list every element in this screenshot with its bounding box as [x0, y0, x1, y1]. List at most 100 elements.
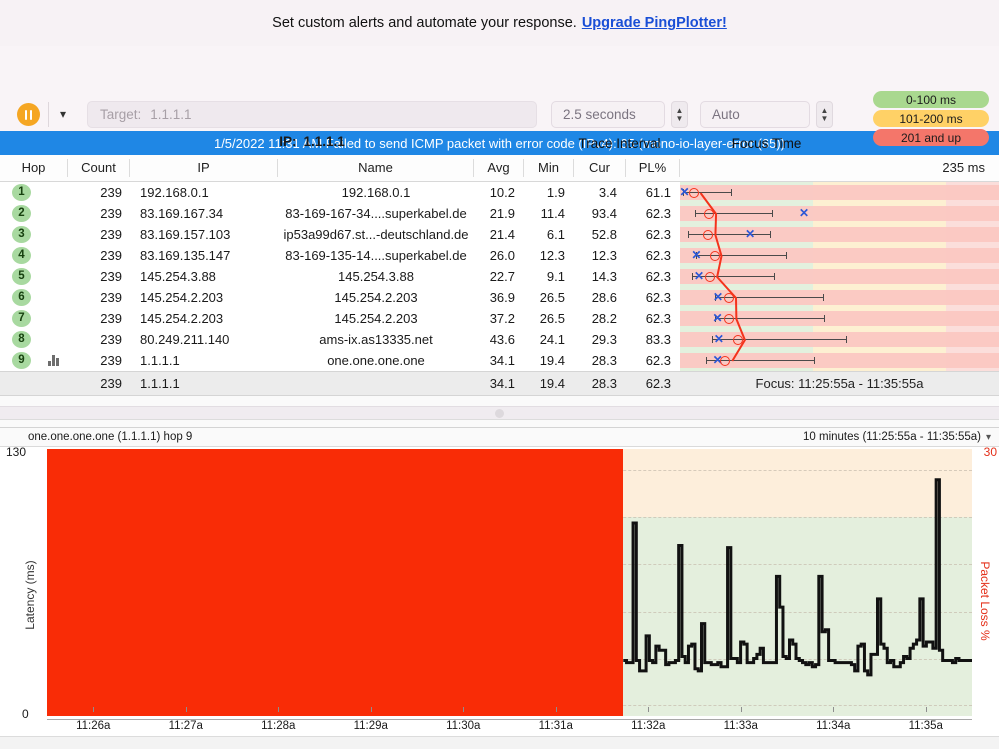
- target-label: Target:: [100, 107, 142, 122]
- hop-trace-graph[interactable]: ✕: [680, 266, 999, 287]
- x-tick-label: 11:26a: [76, 720, 111, 732]
- cell-avg: 21.9: [489, 206, 515, 221]
- cell-min: 6.1: [546, 227, 565, 242]
- table-row[interactable]: 4 239 83.169.135.147 83-169-135-14....super…: [0, 245, 999, 266]
- hop-badge: 3: [12, 226, 31, 243]
- x-tick-label: 11:34a: [816, 720, 851, 732]
- hop-trace-graph[interactable]: ✕: [680, 350, 999, 371]
- cell-avg: 43.6: [489, 332, 515, 347]
- hop-trace-graph[interactable]: ✕: [680, 329, 999, 350]
- col-header-avg[interactable]: Avg: [474, 159, 524, 177]
- chart-range-label[interactable]: 10 minutes (11:25:55a - 11:35:55a): [803, 431, 981, 443]
- summary-pl: 62.3: [645, 376, 671, 391]
- current-marker: ✕: [693, 269, 705, 283]
- whisker-cap: [688, 231, 690, 238]
- current-marker: ✕: [745, 227, 756, 241]
- chevron-down-icon[interactable]: ▾: [54, 104, 72, 124]
- hop-badge: 8: [12, 331, 31, 348]
- splitter-handle[interactable]: [495, 408, 504, 418]
- chart-plot-area[interactable]: [47, 449, 972, 716]
- col-header-pl[interactable]: PL%: [626, 159, 680, 177]
- whisker-cap: [823, 294, 825, 301]
- hop-trace-graph[interactable]: ✕: [680, 287, 999, 308]
- upgrade-link[interactable]: Upgrade PingPlotter!: [582, 15, 727, 31]
- legend-pill-1: 101-200 ms: [873, 110, 989, 127]
- col-header-min[interactable]: Min: [524, 159, 574, 177]
- cell-ip: 145.254.2.203: [140, 290, 224, 305]
- hop-badge: 5: [12, 268, 31, 285]
- hop-cell: 5: [0, 266, 68, 287]
- cell-count: 239: [100, 206, 122, 221]
- col-header-name[interactable]: Name: [278, 159, 474, 177]
- chevron-down-icon[interactable]: ▾: [986, 432, 991, 443]
- cell-pl: 62.3: [645, 227, 671, 242]
- col-header-hop[interactable]: Hop: [0, 159, 68, 177]
- cell-cur: 28.6: [591, 290, 617, 305]
- hop-badge: 1: [12, 184, 31, 201]
- table-row[interactable]: 9 239 1.1.1.1 one.one.one.one 34.1 19.4 28.3 62…: [0, 350, 999, 371]
- cell-cur: 28.3: [591, 353, 617, 368]
- current-marker: ✕: [691, 248, 702, 262]
- table-row[interactable]: 7 239 145.254.2.203 145.254.2.203 37.2 26.5 28…: [0, 308, 999, 329]
- cell-min: 26.5: [539, 311, 565, 326]
- hop-trace-graph[interactable]: ✕: [680, 245, 999, 266]
- cell-min: 19.4: [539, 353, 565, 368]
- x-tick-label: 11:35a: [908, 720, 943, 732]
- x-tick-label: 11:28a: [261, 720, 296, 732]
- x-tick-mark: [463, 707, 465, 712]
- whisker-cap: [731, 189, 733, 196]
- col-header-cur[interactable]: Cur: [574, 159, 626, 177]
- ip-label: IP:: [279, 134, 297, 149]
- hop-cell: 9: [0, 350, 68, 371]
- hop-badge: 7: [12, 310, 31, 327]
- average-marker: [720, 355, 731, 366]
- cell-cur: 29.3: [591, 332, 617, 347]
- x-tick-label: 11:31a: [538, 720, 573, 732]
- whisker-cap: [695, 210, 697, 217]
- table-row[interactable]: 8 239 80.249.211.140 ams-ix.as13335.net 43.6…: [0, 329, 999, 350]
- y2-axis-max-label: 30: [983, 445, 997, 459]
- cell-pl: 83.3: [645, 332, 671, 347]
- cell-avg: 37.2: [489, 311, 515, 326]
- x-tick-label: 11:30a: [446, 720, 481, 732]
- target-input[interactable]: Target: 1.1.1.1: [87, 101, 537, 128]
- ip-value: 1.1.1.1: [303, 134, 345, 149]
- table-row[interactable]: 6 239 145.254.2.203 145.254.2.203 36.9 26.5 28…: [0, 287, 999, 308]
- focus-time-stepper[interactable]: ▲ ▼: [816, 101, 833, 128]
- trace-interval-label: Trace Interval: [578, 136, 661, 151]
- hop-badge: 6: [12, 289, 31, 306]
- cell-name: 145.254.2.203: [334, 311, 418, 326]
- y-axis-max-label: 130: [6, 445, 27, 459]
- cell-name: 145.254.3.88: [338, 269, 414, 284]
- table-header: Hop Count IP Name Avg Min Cur PL% 235 ms: [0, 155, 999, 182]
- cell-count: 239: [100, 353, 122, 368]
- cell-name: 145.254.2.203: [334, 290, 418, 305]
- table-body: 1 239 192.168.0.1 192.168.0.1 10.2 1.9 3.4 61.1…: [0, 182, 999, 371]
- hop-trace-graph[interactable]: ✕: [680, 182, 999, 203]
- col-header-ip[interactable]: IP: [130, 159, 278, 177]
- hop-trace-graph[interactable]: ✕: [680, 224, 999, 245]
- table-row[interactable]: 1 239 192.168.0.1 192.168.0.1 10.2 1.9 3.4 61.1…: [0, 182, 999, 203]
- current-marker: ✕: [799, 206, 810, 220]
- hop-trace-graph[interactable]: ✕: [680, 203, 999, 224]
- trace-interval-stepper[interactable]: ▲ ▼: [671, 101, 688, 128]
- cell-ip: 192.168.0.1: [140, 185, 209, 200]
- table-row[interactable]: 2 239 83.169.167.34 83-169-167-34....superk…: [0, 203, 999, 224]
- focus-time-input[interactable]: Auto: [700, 101, 810, 128]
- panel-splitter[interactable]: [0, 406, 999, 420]
- pingplotter-window: Set custom alerts and automate your resp…: [0, 0, 999, 749]
- x-axis-ticks: 11:26a 11:27a 11:28a 11:29a 11:30a 11:31a 11:3…: [47, 707, 972, 736]
- cell-pl: 61.1: [645, 185, 671, 200]
- trace-interval-input[interactable]: 2.5 seconds: [551, 101, 665, 128]
- latency-legend: 0-100 ms 101-200 ms 201 and up: [873, 91, 989, 148]
- cell-cur: 14.3: [591, 269, 617, 284]
- table-row[interactable]: 3 239 83.169.157.103 ip53a99d67.st...-deuts…: [0, 224, 999, 245]
- bar-chart-icon[interactable]: [48, 355, 59, 366]
- col-header-count[interactable]: Count: [68, 159, 130, 177]
- average-marker: [732, 334, 743, 345]
- ip-display: IP: 1.1.1.1: [87, 134, 537, 149]
- promo-text: Set custom alerts and automate your resp…: [272, 15, 577, 31]
- table-row[interactable]: 5 239 145.254.3.88 145.254.3.88 22.7 9.1 14.3 6…: [0, 266, 999, 287]
- hop-trace-graph[interactable]: ✕: [680, 308, 999, 329]
- pause-icon[interactable]: [17, 103, 40, 126]
